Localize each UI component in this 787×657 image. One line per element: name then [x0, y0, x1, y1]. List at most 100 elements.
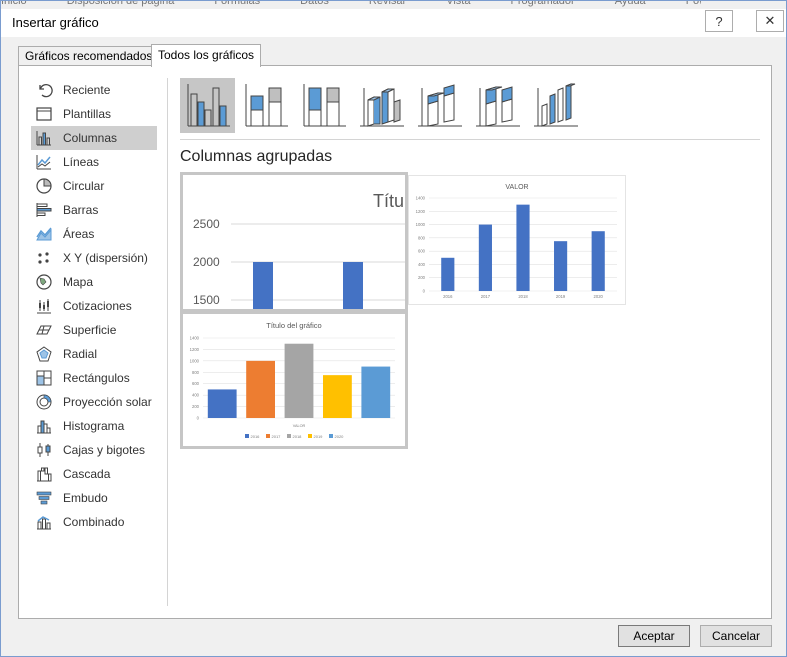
- sidebar-item-recent[interactable]: Reciente: [31, 78, 157, 102]
- cancel-button[interactable]: Cancelar: [700, 625, 772, 647]
- sidebar-item-combo-chart[interactable]: Combinado: [31, 510, 157, 534]
- tab-all-charts[interactable]: Todos los gráficos: [151, 44, 261, 67]
- funnel-chart-icon: [35, 489, 53, 507]
- sidebar-item-label: Cajas y bigotes: [63, 443, 146, 457]
- sidebar-item-label: Columnas: [63, 131, 118, 145]
- bar: [441, 257, 455, 291]
- sidebar-item-histogram-chart[interactable]: Histograma: [31, 414, 157, 438]
- sidebar-item-sunburst-chart[interactable]: Proyección solar: [31, 390, 157, 414]
- sidebar-item-line-chart[interactable]: Líneas: [31, 150, 157, 174]
- radar-chart-icon: [35, 345, 53, 363]
- bar: [323, 375, 352, 418]
- sidebar-item-label: Barras: [63, 203, 99, 217]
- waterfall-chart-icon: [35, 465, 53, 483]
- 3d-column-icon: [532, 80, 580, 131]
- sidebar-item-waterfall-chart[interactable]: Cascada: [31, 462, 157, 486]
- y-tick-label: 200: [418, 275, 426, 280]
- chart-type-list: Reciente Plantillas Columnas Líneas Circular…: [31, 78, 157, 534]
- treemap-chart-icon: [35, 369, 53, 387]
- legend-swatch: [308, 434, 312, 438]
- ribbon-peek: Inicio Disposición de página Fórmulas Datos…: [1, 1, 701, 9]
- sidebar-item-bar-chart[interactable]: Barras: [31, 198, 157, 222]
- sidebar-item-column-chart[interactable]: Columnas: [31, 126, 157, 150]
- y-tick-label: 200: [192, 404, 200, 409]
- ribbon-tab-peek: Programador: [510, 1, 575, 7]
- subtype-stacked-column[interactable]: [238, 78, 293, 133]
- scatter-chart-icon: [35, 249, 53, 267]
- subtype-clustered-column[interactable]: [180, 78, 235, 133]
- vertical-divider: [167, 78, 168, 606]
- sidebar-item-box-whisker-chart[interactable]: Cajas y bigotes: [31, 438, 157, 462]
- sidebar-item-label: Cascada: [63, 467, 111, 481]
- subtype-3d-stacked-100-column[interactable]: [470, 78, 525, 133]
- sidebar-item-label: Radial: [63, 347, 98, 361]
- sidebar-item-label: Rectángulos: [63, 371, 130, 385]
- sidebar-item-label: Cotizaciones: [63, 299, 132, 313]
- surface-chart-icon: [35, 321, 53, 339]
- legend-label: 2016: [251, 434, 261, 439]
- ribbon-tab-peek: Fórmulas: [214, 1, 261, 7]
- horizontal-divider: [180, 139, 760, 140]
- accept-button[interactable]: Aceptar: [618, 625, 690, 647]
- stock-chart-icon: [35, 297, 53, 315]
- sidebar-item-radar-chart[interactable]: Radial: [31, 342, 157, 366]
- accept-label: Aceptar: [633, 629, 675, 643]
- bar: [246, 360, 275, 418]
- legend-swatch: [245, 434, 249, 438]
- sidebar-item-surface-chart[interactable]: Superficie: [31, 318, 157, 342]
- bar: [361, 366, 391, 418]
- y-tick-label: 0: [423, 289, 426, 294]
- x-tick-label: 2019: [556, 294, 566, 299]
- bar-chart-icon: [35, 201, 53, 219]
- combo-chart-icon: [35, 513, 53, 531]
- pie-chart-icon: [35, 177, 53, 195]
- sidebar-item-label: Combinado: [63, 515, 125, 529]
- subtype-3d-clustered-column[interactable]: [354, 78, 409, 133]
- clustered-column-icon: [184, 80, 232, 131]
- sidebar-item-funnel-chart[interactable]: Embudo: [31, 486, 157, 510]
- subtype-3d-column[interactable]: [528, 78, 583, 133]
- dialog-title: Insertar gráfico: [12, 15, 99, 30]
- preview-single-series[interactable]: VALOR 0 200 400 600 800 1000 1200 1400 2016 2017 20…: [408, 175, 626, 305]
- insert-chart-dialog: Inicio Disposición de página Fórmulas Datos…: [0, 0, 787, 657]
- legend-label: 2019: [314, 434, 324, 439]
- stacked-column-icon: [242, 80, 290, 131]
- sidebar-item-templates[interactable]: Plantillas: [31, 102, 157, 126]
- sidebar-item-area-chart[interactable]: Áreas: [31, 222, 157, 246]
- bar: [284, 343, 314, 418]
- tab-label: Todos los gráficos: [158, 48, 255, 62]
- help-button[interactable]: ?: [705, 10, 733, 32]
- ribbon-tab-peek: Power Pivot: [685, 1, 701, 7]
- y-tick-label: 400: [192, 393, 200, 398]
- sidebar-item-label: Proyección solar: [63, 395, 152, 409]
- sidebar-item-label: Líneas: [63, 155, 100, 169]
- tab-recommended-charts[interactable]: Gráficos recomendados: [18, 46, 154, 66]
- x-tick-label: 2016: [443, 294, 453, 299]
- sidebar-item-label: Circular: [63, 179, 105, 193]
- close-button[interactable]: ✕: [756, 10, 784, 32]
- preview-multi-color[interactable]: Título del gráfico 0 200 400 600 800 1000 1200 1…: [180, 311, 408, 449]
- sidebar-item-label: Mapa: [63, 275, 94, 289]
- bar: [253, 262, 273, 309]
- sidebar-item-map-chart[interactable]: Mapa: [31, 270, 157, 294]
- y-tick-label: 800: [192, 370, 200, 375]
- sidebar-item-label: X Y (dispersión): [63, 251, 148, 265]
- legend-label: 2018: [293, 434, 303, 439]
- sidebar-item-scatter-chart[interactable]: X Y (dispersión): [31, 246, 157, 270]
- subtype-3d-stacked-column[interactable]: [412, 78, 467, 133]
- sidebar-item-treemap-chart[interactable]: Rectángulos: [31, 366, 157, 390]
- preview-zoomed-chart: Títu 2500 2000 1500: [193, 191, 405, 309]
- 3d-clustered-column-icon: [358, 80, 406, 131]
- y-tick-label: 600: [418, 249, 426, 254]
- templates-icon: [35, 105, 53, 123]
- subtype-stacked-100-column[interactable]: [296, 78, 351, 133]
- preview-zoomed[interactable]: Títu 2500 2000 1500: [180, 172, 408, 312]
- sidebar-item-pie-chart[interactable]: Circular: [31, 174, 157, 198]
- bar: [207, 389, 237, 418]
- 3d-stacked-100-column-icon: [474, 80, 522, 131]
- sidebar-item-label: Embudo: [63, 491, 108, 505]
- legend-swatch: [329, 434, 333, 438]
- y-tick-label: 1400: [416, 196, 426, 201]
- y-tick-label: 600: [192, 381, 200, 386]
- sidebar-item-stock-chart[interactable]: Cotizaciones: [31, 294, 157, 318]
